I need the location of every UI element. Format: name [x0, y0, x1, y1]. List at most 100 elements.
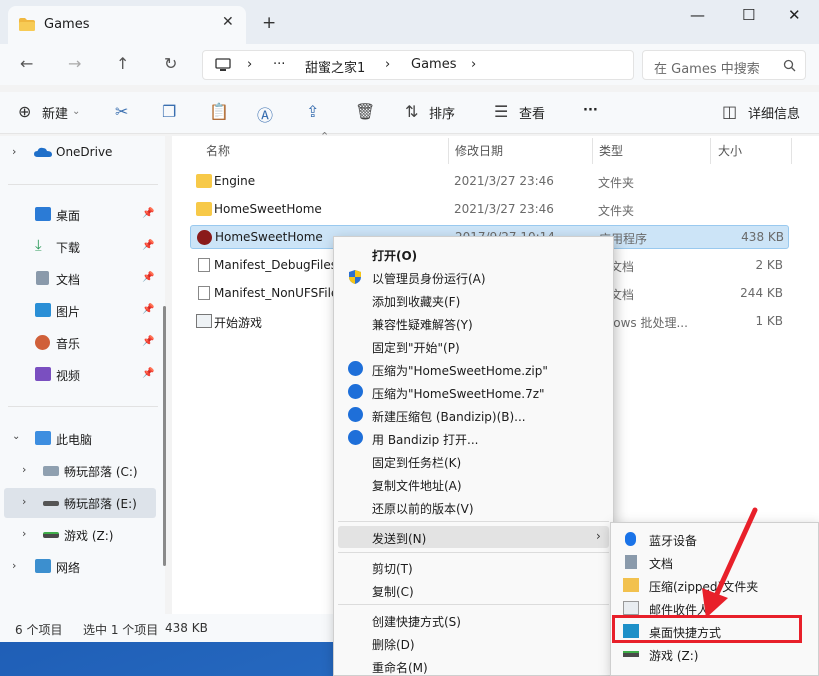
search-input[interactable]: 在 Games 中搜索 [642, 50, 806, 80]
sidebar-item-pictures[interactable]: 图片 📌 [0, 296, 160, 326]
sidebar-item-videos[interactable]: 视频 📌 [0, 360, 160, 390]
close-window-button[interactable]: ✕ [788, 6, 801, 24]
column-divider[interactable] [710, 138, 711, 164]
sort-button[interactable]: 排序 [429, 103, 455, 122]
menu-item-label: 复制(C) [372, 585, 414, 599]
mail-icon [623, 601, 639, 615]
new-tab-button[interactable]: + [262, 13, 276, 33]
details-pane-icon[interactable]: ◫ [722, 102, 737, 121]
details-button[interactable]: 详细信息 [748, 103, 800, 122]
menu-item-restore-versions[interactable]: 还原以前的版本(V) [338, 496, 609, 518]
new-icon[interactable]: ⊕ [18, 102, 31, 121]
address-more-button[interactable]: ··· [273, 57, 285, 72]
sidebar-item-label: 畅玩部落 (E:) [64, 497, 137, 511]
forward-icon[interactable]: → [68, 54, 81, 73]
chevron-right-icon[interactable]: › [22, 463, 26, 476]
sidebar-item-documents[interactable]: 文档 📌 [0, 264, 160, 294]
sidebar-item-music[interactable]: 音乐 📌 [0, 328, 160, 358]
menu-item-label: 剪切(T) [372, 562, 413, 576]
address-bar[interactable]: › ··· 甜蜜之家1 › Games › [202, 50, 634, 80]
menu-item-open-bandizip[interactable]: 用 Bandizip 打开... [338, 427, 609, 449]
column-divider[interactable] [448, 138, 449, 164]
menu-item-compress-zip[interactable]: 压缩为"HomeSweetHome.zip" [338, 358, 609, 380]
menu-item-cut[interactable]: 剪切(T) [338, 556, 609, 578]
sidebar-item-this-pc[interactable]: ⌄ 此电脑 [0, 424, 160, 454]
chevron-right-icon[interactable]: › [12, 559, 16, 572]
minimize-button[interactable]: — [690, 6, 705, 24]
sidebar-scrollbar[interactable] [163, 306, 166, 566]
sidebar-item-drive-z[interactable]: › 游戏 (Z:) [0, 520, 160, 550]
chevron-right-icon[interactable]: › [22, 527, 26, 540]
view-button[interactable]: 查看 [519, 103, 545, 122]
maximize-button[interactable]: ☐ [742, 6, 755, 24]
column-header-size[interactable]: 大小 [718, 142, 742, 159]
submenu-item-zip-folder[interactable]: 压缩(zipped)文件夹 [615, 574, 815, 596]
file-row[interactable]: Engine 2021/3/27 23:46 文件夹 [190, 170, 789, 194]
pin-icon[interactable]: 📌 [142, 336, 154, 347]
file-row[interactable]: HomeSweetHome 2021/3/27 23:46 文件夹 [190, 198, 789, 222]
chevron-down-icon[interactable]: ⌄ [72, 106, 80, 117]
file-name: 开始游戏 [214, 316, 263, 330]
refresh-icon[interactable]: ↻ [164, 54, 177, 73]
menu-item-pin-start[interactable]: 固定到"开始"(P) [338, 335, 609, 357]
sidebar-item-downloads[interactable]: ⤓ 下载 📌 [0, 232, 160, 262]
chevron-down-icon[interactable]: ⌄ [12, 431, 20, 442]
tab-games[interactable]: Games ✕ [8, 6, 246, 44]
pin-icon[interactable]: 📌 [142, 240, 154, 251]
text-file-icon [198, 258, 210, 272]
item-count: 6 个项目 [15, 623, 63, 637]
view-icon[interactable]: ☰ [494, 102, 508, 121]
column-header-date[interactable]: 修改日期 [455, 142, 503, 159]
column-divider[interactable] [791, 138, 792, 164]
paste-icon[interactable]: 📋 [209, 102, 229, 121]
column-header-name[interactable]: 名称 [206, 142, 230, 159]
copy-icon[interactable]: ❐ [162, 102, 176, 121]
chevron-right-icon[interactable]: › [12, 145, 16, 158]
share-icon[interactable]: ⇪ [306, 102, 319, 121]
menu-item-label: 新建压缩包 (Bandizip)(B)... [372, 410, 526, 424]
menu-item-delete[interactable]: 删除(D) [338, 632, 609, 654]
sort-indicator-icon: ⌃ [320, 130, 330, 143]
sidebar-item-network[interactable]: › 网络 [0, 552, 160, 582]
sort-icon[interactable]: ⇅ [405, 102, 418, 121]
breadcrumb-games[interactable]: Games [411, 57, 456, 72]
menu-item-pin-taskbar[interactable]: 固定到任务栏(K) [338, 450, 609, 472]
up-icon[interactable]: ↑ [116, 54, 129, 73]
back-icon[interactable]: ← [20, 54, 33, 73]
menu-item-compress-7z[interactable]: 压缩为"HomeSweetHome.7z" [338, 381, 609, 403]
sidebar-item-drive-c[interactable]: › 畅玩部落 (C:) [0, 456, 160, 486]
cut-icon[interactable]: ✂ [115, 102, 128, 121]
menu-item-add-favorites[interactable]: 添加到收藏夹(F) [338, 289, 609, 311]
more-options-button[interactable]: ··· [583, 103, 598, 118]
menu-item-send-to[interactable]: 发送到(N) › [338, 526, 609, 548]
pin-icon[interactable]: 📌 [142, 368, 154, 379]
menu-item-label: 以管理员身份运行(A) [372, 272, 486, 286]
menu-item-copy[interactable]: 复制(C) [338, 579, 609, 601]
breadcrumb-sweethome[interactable]: 甜蜜之家1 [305, 57, 365, 76]
delete-icon[interactable]: 🗑 [355, 102, 375, 121]
tab-close-icon[interactable]: ✕ [222, 14, 234, 30]
rename-icon[interactable]: Ⓐ [257, 102, 273, 126]
column-header-type[interactable]: 类型 [599, 142, 623, 159]
menu-item-rename[interactable]: 重命名(M) [338, 655, 609, 676]
menu-item-label: 发送到(N) [372, 532, 427, 546]
pin-icon[interactable]: 📌 [142, 208, 154, 219]
menu-item-new-archive[interactable]: 新建压缩包 (Bandizip)(B)... [338, 404, 609, 426]
sidebar-item-label: 文档 [56, 273, 81, 287]
chevron-right-icon[interactable]: › [22, 495, 26, 508]
menu-item-open[interactable]: 打开(O) [338, 243, 609, 265]
menu-item-compatibility[interactable]: 兼容性疑难解答(Y) [338, 312, 609, 334]
sidebar-item-onedrive[interactable]: › OneDrive [0, 138, 160, 168]
menu-item-copy-path[interactable]: 复制文件地址(A) [338, 473, 609, 495]
submenu-item-documents[interactable]: 文档 [615, 551, 815, 573]
menu-item-create-shortcut[interactable]: 创建快捷方式(S) [338, 609, 609, 631]
sidebar-item-drive-e[interactable]: › 畅玩部落 (E:) [4, 488, 156, 518]
submenu-item-bluetooth[interactable]: 蓝牙设备 [615, 528, 815, 550]
submenu-item-drive-z[interactable]: 游戏 (Z:) [615, 643, 815, 665]
column-divider[interactable] [592, 138, 593, 164]
new-button[interactable]: 新建 [42, 103, 68, 122]
sidebar-item-desktop[interactable]: 桌面 📌 [0, 200, 160, 230]
pin-icon[interactable]: 📌 [142, 304, 154, 315]
menu-item-run-as-admin[interactable]: 以管理员身份运行(A) [338, 266, 609, 288]
pin-icon[interactable]: 📌 [142, 272, 154, 283]
